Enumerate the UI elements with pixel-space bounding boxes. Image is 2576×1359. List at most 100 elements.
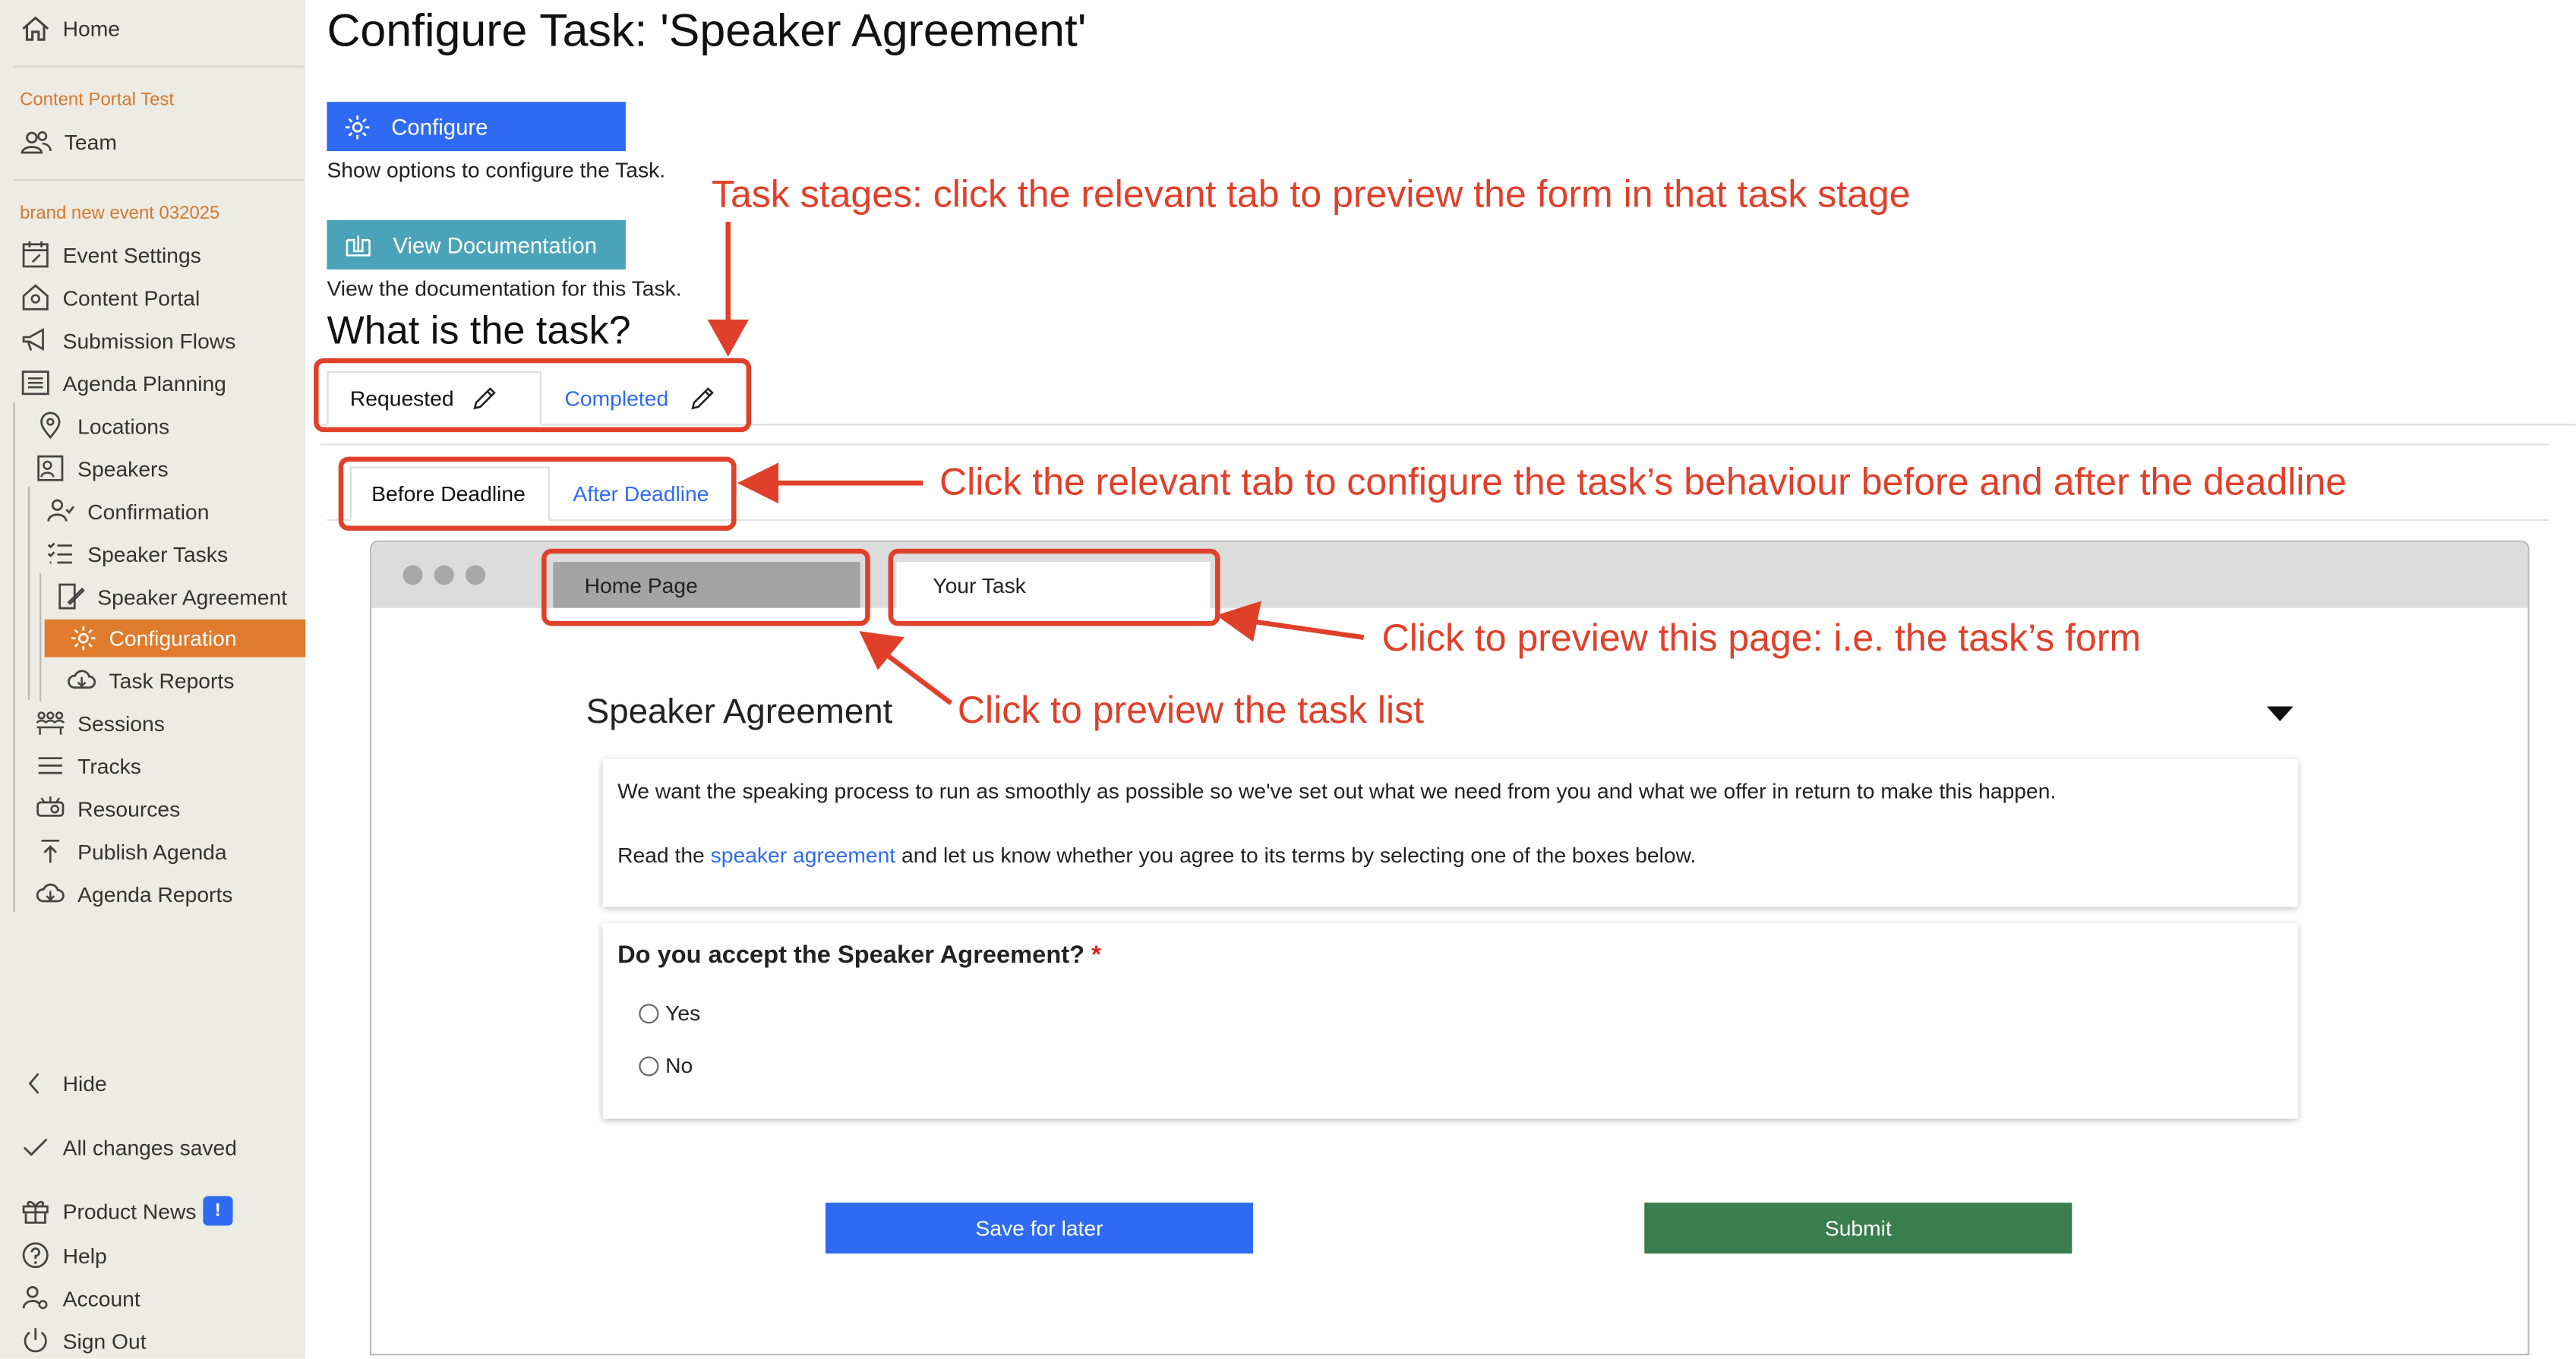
nav-configuration[interactable]: Configuration bbox=[44, 619, 306, 657]
team-icon bbox=[21, 130, 52, 153]
account-icon bbox=[22, 1285, 48, 1310]
nav-resources[interactable]: Resources bbox=[35, 792, 181, 825]
read-agreement-text: Read the speaker agreement and let us kn… bbox=[617, 843, 1696, 867]
nav-product-news[interactable]: Product News ! bbox=[20, 1194, 233, 1227]
nav-label: Submission Flows bbox=[62, 327, 236, 353]
upload-icon bbox=[41, 839, 60, 863]
nav-label: Configuration bbox=[109, 626, 237, 651]
section-content-portal-test: Content Portal Test bbox=[20, 90, 175, 110]
product-news-label: Product News bbox=[62, 1198, 197, 1224]
configure-button-label: Configure bbox=[391, 114, 488, 139]
nav-tracks[interactable]: Tracks bbox=[35, 749, 141, 782]
nav-help[interactable]: Help bbox=[20, 1239, 107, 1272]
nav-label: Speaker Agreement bbox=[97, 584, 288, 609]
option-label: Yes bbox=[665, 1000, 701, 1026]
menu-icon bbox=[38, 757, 62, 774]
nav-sign-out[interactable]: Sign Out bbox=[20, 1324, 147, 1357]
text: Read the bbox=[617, 843, 711, 868]
nav-label: Sessions bbox=[77, 710, 165, 736]
hide-label: Hide bbox=[62, 1070, 107, 1096]
divider bbox=[13, 65, 305, 68]
book-icon bbox=[346, 235, 371, 256]
nav-event-settings[interactable]: Event Settings bbox=[20, 238, 201, 271]
hide-sidebar-button[interactable]: Hide bbox=[20, 1066, 107, 1099]
nav-agenda-planning[interactable]: Agenda Planning bbox=[20, 367, 226, 399]
list-icon bbox=[21, 370, 49, 396]
help-label: Help bbox=[62, 1243, 107, 1268]
nav-confirmation[interactable]: Confirmation bbox=[45, 494, 210, 527]
nav-label: Publish Agenda bbox=[77, 838, 227, 864]
question-text: Do you accept the Speaker Agreement? bbox=[617, 941, 1085, 970]
portal-icon bbox=[22, 284, 49, 311]
option-yes[interactable]: Yes bbox=[639, 1001, 700, 1025]
power-icon bbox=[24, 1328, 47, 1353]
nav-label: Event Settings bbox=[62, 242, 201, 267]
annotation-preview-page: Click to preview this page: i.e. the tas… bbox=[1381, 616, 2142, 659]
arrow-head-icon bbox=[707, 319, 750, 357]
annotation-box-stage-tabs bbox=[314, 358, 752, 433]
annotation-preview-list: Click to preview the task list bbox=[957, 688, 1425, 731]
nav-submission-flows[interactable]: Submission Flows bbox=[20, 323, 235, 356]
nav-label: Resources bbox=[77, 796, 181, 821]
speaker-icon bbox=[37, 455, 64, 481]
nav-speaker-tasks[interactable]: Speaker Tasks bbox=[45, 538, 228, 570]
nav-task-reports[interactable]: Task Reports bbox=[66, 664, 234, 696]
nav-account[interactable]: Account bbox=[20, 1282, 140, 1314]
gear-icon bbox=[345, 114, 370, 139]
configure-description: Show options to configure the Task. bbox=[327, 157, 666, 183]
sidebar: Home Content Portal Test Team brand new … bbox=[0, 0, 306, 1359]
page-title: Configure Task: 'Speaker Agreement' bbox=[327, 5, 1087, 56]
arrow-head-icon bbox=[737, 462, 779, 504]
chevron-left-icon bbox=[28, 1072, 39, 1093]
save-status: All changes saved bbox=[20, 1130, 237, 1163]
submit-button[interactable]: Submit bbox=[1644, 1203, 2072, 1254]
nav-label: Tracks bbox=[77, 753, 141, 778]
nav-label: Speakers bbox=[77, 456, 169, 481]
nav-locations[interactable]: Locations bbox=[35, 409, 170, 442]
home-icon bbox=[22, 15, 49, 40]
intro-text: We want the speaking process to run as s… bbox=[617, 778, 2057, 804]
annotation-box-home-page-tab bbox=[541, 548, 870, 626]
divider bbox=[13, 178, 305, 181]
radio-yes[interactable] bbox=[639, 1003, 659, 1023]
caret-down-icon[interactable] bbox=[2266, 706, 2293, 724]
nav-label: Confirmation bbox=[87, 498, 210, 524]
tree-line bbox=[27, 486, 30, 700]
nav-label: Locations bbox=[77, 413, 170, 438]
account-label: Account bbox=[62, 1285, 140, 1310]
nav-publish-agenda[interactable]: Publish Agenda bbox=[35, 834, 227, 867]
window-dot bbox=[402, 565, 423, 585]
nav-sessions[interactable]: Sessions bbox=[35, 707, 165, 739]
nav-label: Task Reports bbox=[109, 667, 235, 693]
nav-label: Agenda Planning bbox=[62, 370, 226, 396]
nav-content-portal[interactable]: Content Portal bbox=[20, 281, 200, 314]
nav-label: Content Portal bbox=[62, 285, 200, 310]
option-label: No bbox=[665, 1053, 693, 1078]
annotation-box-your-task-tab bbox=[888, 548, 1220, 626]
sign-out-label: Sign Out bbox=[62, 1328, 147, 1354]
help-icon bbox=[22, 1242, 49, 1269]
nav-team[interactable]: Team bbox=[20, 125, 117, 157]
tree-line bbox=[39, 573, 42, 702]
text: and let us know whether you agree to its… bbox=[895, 843, 1697, 868]
save-status-label: All changes saved bbox=[62, 1134, 238, 1159]
sessions-icon bbox=[36, 711, 65, 735]
divider bbox=[320, 443, 2549, 446]
nav-agenda-reports[interactable]: Agenda Reports bbox=[35, 878, 233, 910]
nav-speakers[interactable]: Speakers bbox=[35, 452, 169, 484]
megaphone-icon bbox=[22, 327, 44, 352]
save-for-later-button[interactable]: Save for later bbox=[826, 1203, 1254, 1254]
question-label: Do you accept the Speaker Agreement? * bbox=[617, 941, 1101, 970]
view-documentation-button[interactable]: View Documentation bbox=[327, 219, 626, 270]
option-no[interactable]: No bbox=[639, 1053, 693, 1078]
window-dot bbox=[466, 565, 486, 585]
radio-no[interactable] bbox=[639, 1055, 659, 1076]
nav-home[interactable]: Home bbox=[20, 11, 120, 44]
nav-speaker-agreement[interactable]: Speaker Agreement bbox=[55, 580, 287, 613]
section-event: brand new event 032025 bbox=[20, 203, 220, 224]
preview-window: Home Page Your Task Speaker Agreement We… bbox=[369, 540, 2530, 1356]
nav-team-label: Team bbox=[64, 128, 117, 154]
speaker-agreement-link[interactable]: speaker agreement bbox=[711, 843, 896, 867]
configure-button[interactable]: Configure bbox=[327, 102, 626, 152]
calendar-edit-icon bbox=[22, 241, 49, 268]
